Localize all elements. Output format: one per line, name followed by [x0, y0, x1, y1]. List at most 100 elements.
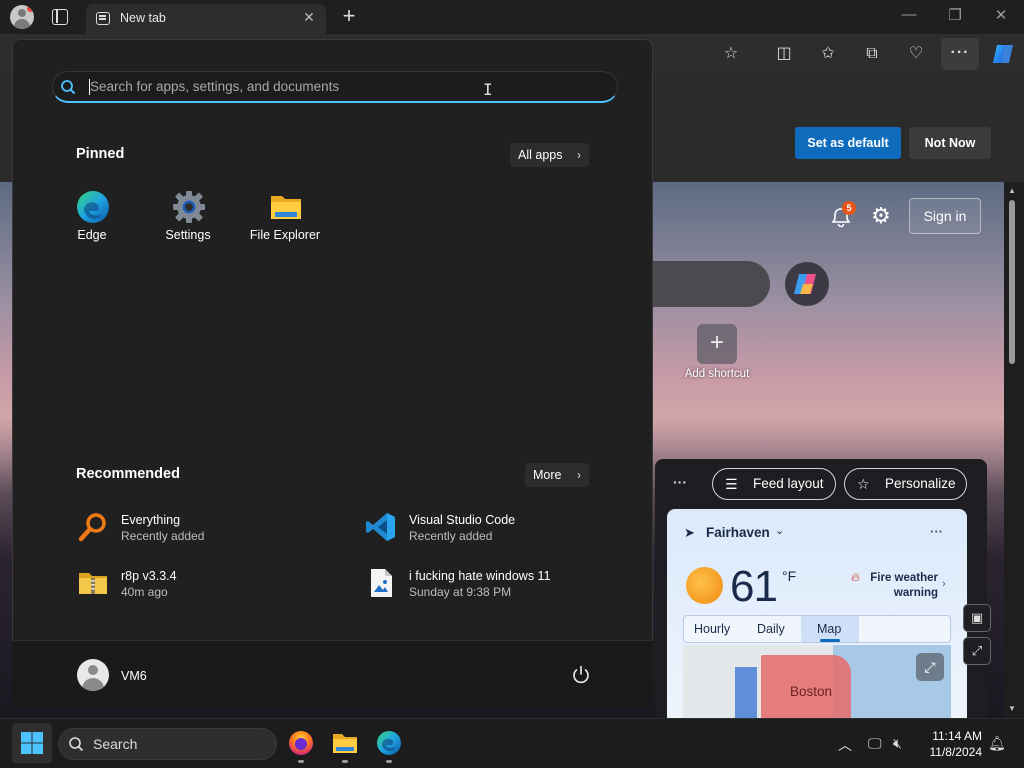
clock-time[interactable]: 11:14 AM [928, 729, 982, 743]
page-settings-gear-icon[interactable]: ⚙ [869, 204, 893, 228]
feed-layout-label: Feed layout [753, 476, 824, 491]
scroll-down-icon[interactable]: ▼ [1008, 704, 1016, 713]
split-screen-icon[interactable]: ◫ [772, 42, 796, 66]
scrollbar-thumb[interactable] [1009, 200, 1015, 364]
tab-title: New tab [120, 11, 166, 25]
chevron-right-icon: › [577, 148, 581, 162]
settings-icon [173, 191, 205, 223]
more-button[interactable]: More › [525, 463, 589, 487]
pinned-app-label: File Explorer [249, 228, 321, 242]
weather-location[interactable]: Fairhaven [706, 525, 770, 540]
firefox-icon[interactable] [287, 729, 315, 757]
file-explorer-icon[interactable] [331, 729, 359, 757]
recommended-item-name[interactable]: Everything [121, 513, 180, 527]
sunny-weather-icon [686, 567, 723, 604]
edge-icon [77, 191, 109, 223]
tab-close-icon[interactable]: ✕ [300, 9, 318, 26]
image-file-icon[interactable] [365, 567, 397, 599]
sparkle-star-icon: ☆ [857, 476, 870, 492]
network-icon[interactable]: 🖵︎ [868, 735, 882, 752]
add-shortcut-label: Add shortcut [684, 368, 750, 380]
new-tab-button[interactable]: + [338, 3, 360, 29]
user-name[interactable]: VM6 [121, 669, 147, 683]
copilot-logo-icon [794, 274, 816, 294]
favorite-star-icon[interactable]: ☆ [719, 42, 743, 66]
file-explorer-icon [271, 196, 301, 219]
notification-bell-icon[interactable]: 🔔︎ [988, 735, 1006, 752]
personalize-label: Personalize [885, 476, 956, 491]
recommended-item-name[interactable]: i fucking hate windows 11 [409, 569, 551, 583]
running-indicator [342, 760, 348, 763]
profile-notification-dot [27, 5, 34, 12]
tab-new-tab[interactable]: New tab ✕ [86, 4, 326, 34]
sliders-icon: ☰ [725, 476, 738, 492]
start-menu [12, 39, 653, 707]
fire-warning-icon: 🔥︎ [851, 570, 860, 584]
everything-icon[interactable] [77, 511, 109, 543]
personalize-button[interactable]: ☆ Personalize [844, 468, 967, 500]
weather-more-button[interactable]: ··· [930, 524, 943, 539]
edge-icon[interactable] [375, 729, 403, 757]
recommended-item-subtitle: Recently added [409, 529, 493, 543]
zip-folder-icon[interactable] [77, 567, 109, 599]
recommended-item-subtitle: Recently added [121, 529, 205, 543]
active-tab-indicator [820, 639, 840, 642]
clock-date[interactable]: 11/8/2024 [918, 745, 983, 759]
search-icon [69, 737, 84, 752]
weather-alert[interactable]: Fire weather warning [866, 571, 938, 601]
map-warning-region [735, 667, 757, 718]
temperature-unit: °F [782, 568, 797, 584]
background-image-icon[interactable]: ▣ [963, 604, 991, 632]
set-as-default-button[interactable]: Set as default [795, 127, 901, 159]
scroll-up-icon[interactable]: ▲ [1008, 186, 1016, 195]
mouse-ibeam-cursor: I [483, 80, 493, 99]
tab-actions-icon[interactable] [52, 9, 68, 25]
not-now-button[interactable]: Not Now [909, 127, 991, 159]
show-hidden-icons-chevron-icon[interactable]: ︿ [838, 735, 852, 755]
favorites-icon[interactable]: ✩ [816, 42, 840, 66]
pinned-app-label: Settings [165, 228, 211, 242]
recommended-item-name[interactable]: r8p v3.3.4 [121, 569, 177, 583]
tab-hourly[interactable]: Hourly [694, 622, 730, 636]
close-window-button[interactable]: ✕ [989, 6, 1013, 24]
profile-avatar[interactable] [10, 5, 34, 29]
recommended-item-name[interactable]: Visual Studio Code [409, 513, 515, 527]
fullscreen-expand-icon[interactable]: ⤢ [963, 637, 991, 665]
weather-temperature: 61 [730, 562, 778, 611]
feed-more-button[interactable]: ··· [673, 474, 687, 490]
more-label: More [533, 468, 562, 482]
settings-and-more-button[interactable]: ··· [941, 38, 979, 70]
minimize-button[interactable]: — [897, 6, 921, 23]
sign-in-button[interactable]: Sign in [909, 198, 981, 234]
windows-logo-icon [21, 732, 43, 754]
copilot-button[interactable] [785, 262, 829, 306]
browser-essentials-icon[interactable]: ♡ [904, 42, 928, 66]
weather-map[interactable] [683, 645, 951, 718]
volume-muted-icon[interactable]: 🔇︎ [893, 735, 902, 752]
tab-daily[interactable]: Daily [757, 622, 785, 636]
notification-count-badge: 5 [842, 201, 856, 215]
chevron-down-icon[interactable]: ⌄ [775, 524, 784, 537]
tab-map[interactable]: Map [817, 622, 841, 636]
location-arrow-icon: ➤ [684, 525, 695, 540]
search-icon [61, 80, 76, 95]
feed-layout-button[interactable]: ☰ Feed layout [712, 468, 836, 500]
all-apps-label: All apps [518, 148, 563, 162]
taskbar-search-label: Search [93, 736, 138, 752]
copilot-icon[interactable] [991, 42, 1015, 66]
restore-button[interactable]: ❐ [943, 6, 967, 24]
user-avatar[interactable] [77, 659, 109, 691]
collections-icon[interactable]: ⧉ [860, 42, 884, 66]
pinned-heading: Pinned [76, 146, 125, 162]
power-icon[interactable] [570, 664, 592, 686]
search-placeholder: Search for apps, settings, and documents [90, 79, 340, 94]
chevron-right-icon[interactable]: › [942, 578, 946, 590]
recommended-heading: Recommended [76, 466, 180, 482]
start-button[interactable] [12, 723, 52, 763]
recommended-item-subtitle: Sunday at 9:38 PM [409, 585, 512, 599]
add-shortcut-button[interactable]: + [697, 324, 737, 364]
expand-map-icon[interactable]: ⤢ [916, 653, 944, 681]
vscode-icon[interactable] [365, 511, 397, 543]
all-apps-button[interactable]: All apps › [510, 143, 589, 167]
taskbar-search[interactable] [58, 728, 277, 760]
